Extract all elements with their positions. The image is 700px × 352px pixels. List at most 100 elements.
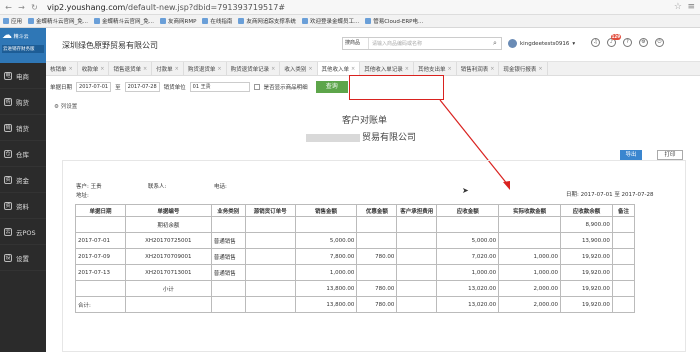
- sidebar-item-purchase[interactable]: 购购货: [0, 89, 46, 115]
- bell-icon[interactable]: ♪ 129: [607, 34, 621, 47]
- cell: 19,920.00: [560, 248, 613, 265]
- tab-item[interactable]: 购货退货单 ×: [184, 62, 227, 75]
- table-row: 小计 13,800.00 780.00 13,020.00 2,000.00 19,920…: [75, 280, 636, 297]
- bookmark-item[interactable]: 欢迎登录金蝶员工...: [301, 17, 359, 25]
- warehouse-icon: 仓: [4, 149, 12, 158]
- search-icon[interactable]: ⌕: [489, 39, 501, 48]
- customer-info: 客户: 王贵: [76, 184, 102, 190]
- close-icon[interactable]: ×: [271, 66, 275, 72]
- cell: [124, 296, 212, 313]
- tab-item-active[interactable]: 其他收入单 ×: [317, 62, 361, 75]
- sidebar-item-settings[interactable]: 设设置: [0, 245, 46, 271]
- tab-item[interactable]: 收入类别 ×: [280, 62, 318, 75]
- table-row: 2017-07-13 XH20170713001 普通销售 1,000.00 1,000…: [75, 264, 636, 281]
- money-icon: 资: [4, 175, 12, 184]
- browser-menu-icon[interactable]: ≡: [687, 2, 695, 12]
- cell: 1,000.00: [498, 264, 562, 281]
- close-icon[interactable]: ×: [490, 66, 494, 72]
- headset-icon[interactable]: ♫: [591, 38, 600, 47]
- cell: [75, 280, 126, 297]
- cell: 普通销售: [210, 232, 246, 249]
- cell: 普通销售: [210, 248, 246, 265]
- bookmark-star-icon[interactable]: ☆: [674, 2, 682, 12]
- close-icon[interactable]: ×: [69, 66, 73, 72]
- column-settings[interactable]: ⚙ 列设置: [54, 102, 77, 110]
- close-icon[interactable]: ×: [351, 66, 355, 72]
- help-icon[interactable]: ?: [623, 38, 632, 47]
- tab-item[interactable]: 现金银行报表 ×: [499, 62, 548, 75]
- close-icon[interactable]: ×: [447, 66, 451, 72]
- cell: 7,020.00: [436, 248, 500, 265]
- search-input[interactable]: 请输入商品编码或名称: [369, 40, 489, 47]
- tab-item[interactable]: 销售利润表 ×: [457, 62, 500, 75]
- cell: XH20170725001: [124, 232, 212, 249]
- start-date-input[interactable]: 2017-07-01: [76, 82, 112, 92]
- sidebar-item-sales[interactable]: 销销货: [0, 115, 46, 141]
- cart-icon: 购: [4, 97, 12, 106]
- close-icon[interactable]: ×: [143, 66, 147, 72]
- tab-item[interactable]: 核销单 ×: [46, 62, 78, 75]
- end-date-input[interactable]: 2017-07-28: [124, 82, 160, 92]
- cell: [294, 216, 358, 233]
- table-row: 2017-07-09 XH20170709001 普通销售 7,800.00 780.0…: [75, 248, 636, 265]
- user-menu[interactable]: kingdeetests0916 ▾: [508, 39, 575, 48]
- reload-icon[interactable]: ↻: [30, 3, 39, 12]
- tab-item[interactable]: 付款单 ×: [152, 62, 184, 75]
- bookmark-item[interactable]: 管易Cloud-ERP电...: [365, 17, 423, 25]
- cell: [611, 248, 636, 265]
- customer-select[interactable]: 01 王贵: [189, 82, 250, 92]
- bookmark-item[interactable]: 友商网追踪支撑系统: [238, 17, 296, 25]
- close-icon[interactable]: ×: [308, 66, 312, 72]
- cell: [244, 280, 296, 297]
- tab-item[interactable]: 销售退货单 ×: [109, 62, 153, 75]
- bookmark-apps[interactable]: 应用: [3, 17, 22, 25]
- sidebar-item-data[interactable]: 资资料: [0, 193, 46, 219]
- gear-icon: 设: [4, 253, 12, 262]
- cell: XH20170713001: [124, 264, 212, 281]
- bookmark-item[interactable]: 金蝶精斗云官网_免...: [94, 17, 154, 25]
- close-icon[interactable]: ×: [175, 66, 179, 72]
- cell: [611, 232, 636, 249]
- search-box: 搜商品 请输入商品编码或名称 ⌕: [342, 37, 502, 50]
- close-icon[interactable]: ×: [217, 66, 221, 72]
- bookmark-item[interactable]: 在线指南: [202, 17, 232, 25]
- power-icon[interactable]: ⏻: [655, 38, 664, 47]
- close-icon[interactable]: ×: [405, 66, 409, 72]
- bookmark-item[interactable]: 友商网RMP: [160, 17, 196, 25]
- bookmark-item[interactable]: 金蝶精斗云官网_免...: [28, 17, 88, 25]
- tab-item[interactable]: 收款单 ×: [78, 62, 110, 75]
- table-total-row: 合计: 13,800.00 780.00 13,020.00 2,000.00 19,92…: [75, 296, 636, 313]
- cell: [244, 216, 296, 233]
- cell: 期初余额: [124, 216, 212, 233]
- export-button[interactable]: 导出: [620, 150, 642, 160]
- cell: 19,920.00: [560, 280, 613, 297]
- settings-icon[interactable]: ⚙: [639, 38, 648, 47]
- sidebar-item-warehouse[interactable]: 仓仓库: [0, 141, 46, 167]
- sidebar-item-pos[interactable]: 云云POS: [0, 219, 46, 245]
- print-button[interactable]: 打印: [657, 150, 683, 160]
- tab-item[interactable]: 其他收入单记录 ×: [360, 62, 414, 75]
- cell: [396, 280, 438, 297]
- tab-item[interactable]: 其他支出单 ×: [414, 62, 457, 75]
- back-icon[interactable]: ←: [4, 3, 13, 12]
- col-source: 源销货订单号: [244, 204, 296, 217]
- url-field[interactable]: vip2.youshang.com/default-new.jsp?dbid=7…: [47, 3, 285, 12]
- query-button[interactable]: 查询: [315, 81, 348, 93]
- search-type-select[interactable]: 搜商品: [343, 38, 369, 49]
- page-icon: [202, 18, 209, 24]
- tab-item[interactable]: 购货退货单记录 ×: [227, 62, 281, 75]
- close-icon[interactable]: ×: [538, 66, 542, 72]
- date-label: 单据日期: [50, 85, 73, 91]
- cell: 1,000.00: [498, 248, 562, 265]
- col-received: 实际收款金额: [498, 204, 562, 217]
- close-icon[interactable]: ×: [100, 66, 104, 72]
- col-balance: 应收款余额: [560, 204, 613, 217]
- company-name: 深圳绿色原野贸易有限公司: [62, 41, 158, 50]
- apps-icon: [3, 18, 9, 24]
- forward-icon[interactable]: →: [17, 3, 26, 12]
- cell: [210, 280, 246, 297]
- sidebar-item-ecommerce[interactable]: 电电商: [0, 63, 46, 89]
- show-detail-checkbox[interactable]: [253, 84, 260, 90]
- cell: [396, 264, 438, 281]
- sidebar-item-funds[interactable]: 资资金: [0, 167, 46, 193]
